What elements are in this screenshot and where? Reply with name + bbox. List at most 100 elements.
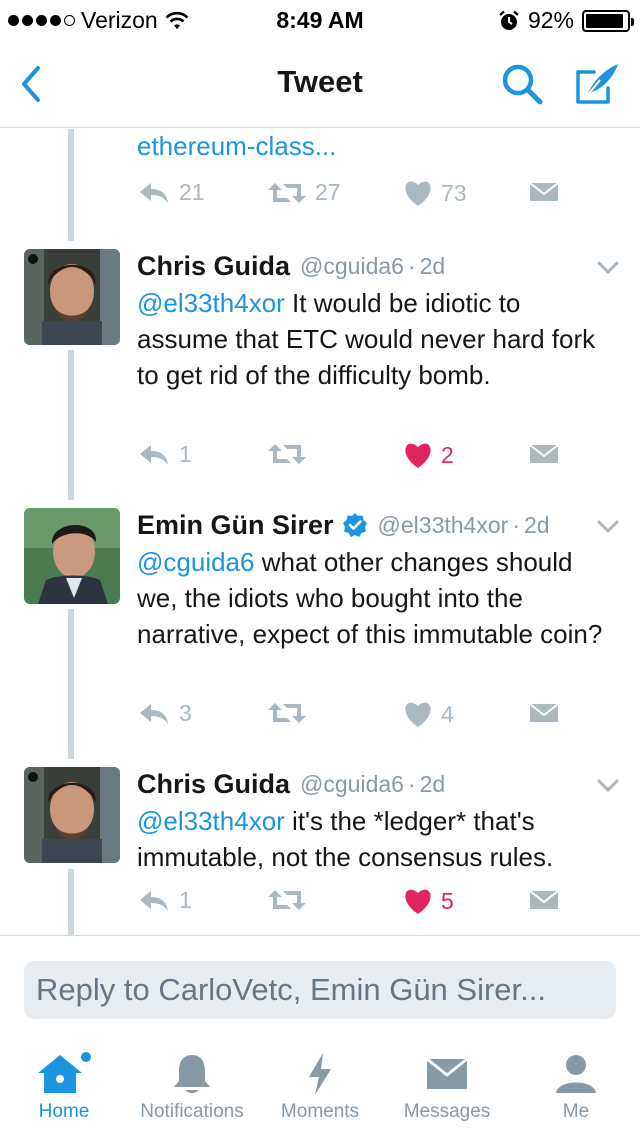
tweet-header: Emin Gün Sirer @el33th4xor · 2d — [137, 508, 610, 542]
reply-icon — [140, 703, 168, 724]
reply-icon — [140, 444, 168, 465]
status-right: 92% — [498, 7, 634, 34]
tweet-text: @el33th4xor it's the *ledger* that's imm… — [137, 803, 610, 875]
separator-dot: · — [407, 252, 416, 279]
tweet-text: @cguida6 what other changes should we, t… — [137, 544, 610, 652]
envelope-icon — [529, 444, 559, 463]
like-button[interactable]: 2 — [403, 441, 454, 469]
bell-icon — [174, 1055, 210, 1093]
avatar[interactable] — [24, 508, 120, 604]
direct-message-button[interactable] — [529, 700, 559, 726]
author-name[interactable]: Chris Guida — [137, 251, 290, 282]
timestamp: 2d — [419, 252, 446, 279]
separator-dot: · — [407, 770, 416, 797]
author-name[interactable]: Emin Gün Sirer — [137, 510, 334, 541]
tab-moments[interactable]: Moments — [270, 1035, 370, 1136]
navigation-bar: Tweet — [0, 40, 640, 128]
envelope-icon — [426, 1057, 468, 1089]
thread-line — [68, 869, 74, 935]
battery-percent: 92% — [527, 7, 574, 33]
home-icon — [38, 1052, 91, 1093]
direct-message-button[interactable] — [529, 179, 559, 205]
reply-count: 1 — [179, 441, 192, 467]
person-icon — [556, 1055, 596, 1093]
chevron-down-icon[interactable] — [594, 771, 622, 799]
timestamp: 2d — [419, 770, 446, 797]
like-count: 5 — [441, 887, 454, 914]
author-name[interactable]: Chris Guida — [137, 769, 290, 800]
author-handle[interactable]: @cguida6 — [300, 771, 404, 798]
retweet-icon — [268, 444, 306, 464]
alarm-icon — [499, 10, 519, 30]
search-icon[interactable] — [498, 60, 546, 108]
reply-button[interactable]: 1 — [137, 887, 192, 914]
direct-message-button[interactable] — [529, 441, 559, 467]
lightning-icon — [309, 1053, 331, 1095]
tab-bar: Home Notifications Moments Messages Me — [0, 1035, 640, 1136]
retweet-icon — [268, 890, 306, 910]
reply-icon — [140, 890, 168, 911]
reply-count: 21 — [179, 179, 205, 205]
avatar[interactable] — [24, 249, 120, 345]
reply-input[interactable]: Reply to CarloVetc, Emin Gün Sirer... — [24, 961, 616, 1019]
battery-icon — [582, 9, 634, 32]
heart-icon — [405, 889, 431, 914]
retweet-button[interactable]: 27 — [267, 179, 341, 206]
thread-line — [68, 129, 74, 241]
direct-message-button[interactable] — [529, 887, 559, 913]
thread-line — [68, 609, 74, 759]
tweet[interactable]: Emin Gün Sirer @el33th4xor · 2d @cguida6… — [0, 500, 640, 649]
tweet[interactable]: Chris Guida @cguida6 · 2d @el33th4xor it… — [0, 759, 640, 872]
tab-label: Home — [38, 1101, 90, 1122]
retweet-button[interactable] — [267, 441, 307, 467]
author-handle[interactable]: @el33th4xor — [378, 512, 509, 539]
mention-link[interactable]: @el33th4xor — [137, 806, 285, 836]
tab-me[interactable]: Me — [536, 1035, 616, 1136]
separator-dot: · — [512, 511, 520, 538]
mention-link[interactable]: @cguida6 — [137, 547, 254, 577]
compose-icon[interactable] — [570, 58, 622, 110]
tab-label: Messages — [403, 1101, 491, 1122]
reply-button[interactable]: 3 — [137, 700, 192, 727]
tweet[interactable]: Chris Guida @cguida6 · 2d @el33th4xor It… — [0, 241, 640, 390]
tab-messages[interactable]: Messages — [392, 1035, 502, 1136]
chevron-down-icon[interactable] — [594, 512, 622, 540]
like-count: 4 — [441, 700, 454, 727]
retweet-icon — [268, 703, 306, 723]
retweet-icon — [268, 182, 306, 203]
thread-line — [68, 350, 74, 500]
reply-icon — [140, 182, 168, 203]
like-button[interactable]: 5 — [403, 887, 454, 915]
tweet-text: @el33th4xor It would be idiotic to assum… — [137, 285, 610, 393]
like-button[interactable]: 4 — [403, 700, 454, 728]
reply-button[interactable]: 1 — [137, 441, 192, 468]
tweet-thread[interactable]: ethereum-class... 21 27 73 Chris Guida @… — [0, 129, 640, 935]
heart-icon — [405, 181, 431, 206]
tab-label: Notifications — [140, 1101, 244, 1122]
tab-home[interactable]: Home — [22, 1035, 106, 1136]
retweet-button[interactable] — [267, 700, 307, 726]
heart-icon — [405, 702, 431, 727]
tweet-header: Chris Guida @cguida6 · 2d — [137, 249, 610, 283]
avatar[interactable] — [24, 767, 120, 863]
tweet-actions: 3 4 — [137, 700, 577, 740]
tab-label: Moments — [280, 1101, 360, 1122]
reply-count: 1 — [179, 887, 192, 913]
like-button[interactable]: 73 — [403, 179, 467, 207]
link-preview-text[interactable]: ethereum-class... — [137, 131, 336, 162]
envelope-icon — [529, 703, 559, 722]
reply-composer: Reply to CarloVetc, Emin Gün Sirer... — [0, 935, 640, 1035]
reply-count: 3 — [179, 700, 192, 726]
like-count: 2 — [441, 441, 454, 468]
envelope-icon — [529, 890, 559, 909]
tweet-actions: 21 27 73 — [137, 179, 577, 219]
retweet-count: 27 — [315, 179, 341, 205]
heart-icon — [405, 443, 431, 468]
mention-link[interactable]: @el33th4xor — [137, 288, 285, 318]
retweet-button[interactable] — [267, 887, 307, 913]
tweet-header: Chris Guida @cguida6 · 2d — [137, 767, 610, 801]
tab-notifications[interactable]: Notifications — [126, 1035, 258, 1136]
author-handle[interactable]: @cguida6 — [300, 253, 404, 280]
reply-button[interactable]: 21 — [137, 179, 205, 206]
chevron-down-icon[interactable] — [594, 253, 622, 281]
